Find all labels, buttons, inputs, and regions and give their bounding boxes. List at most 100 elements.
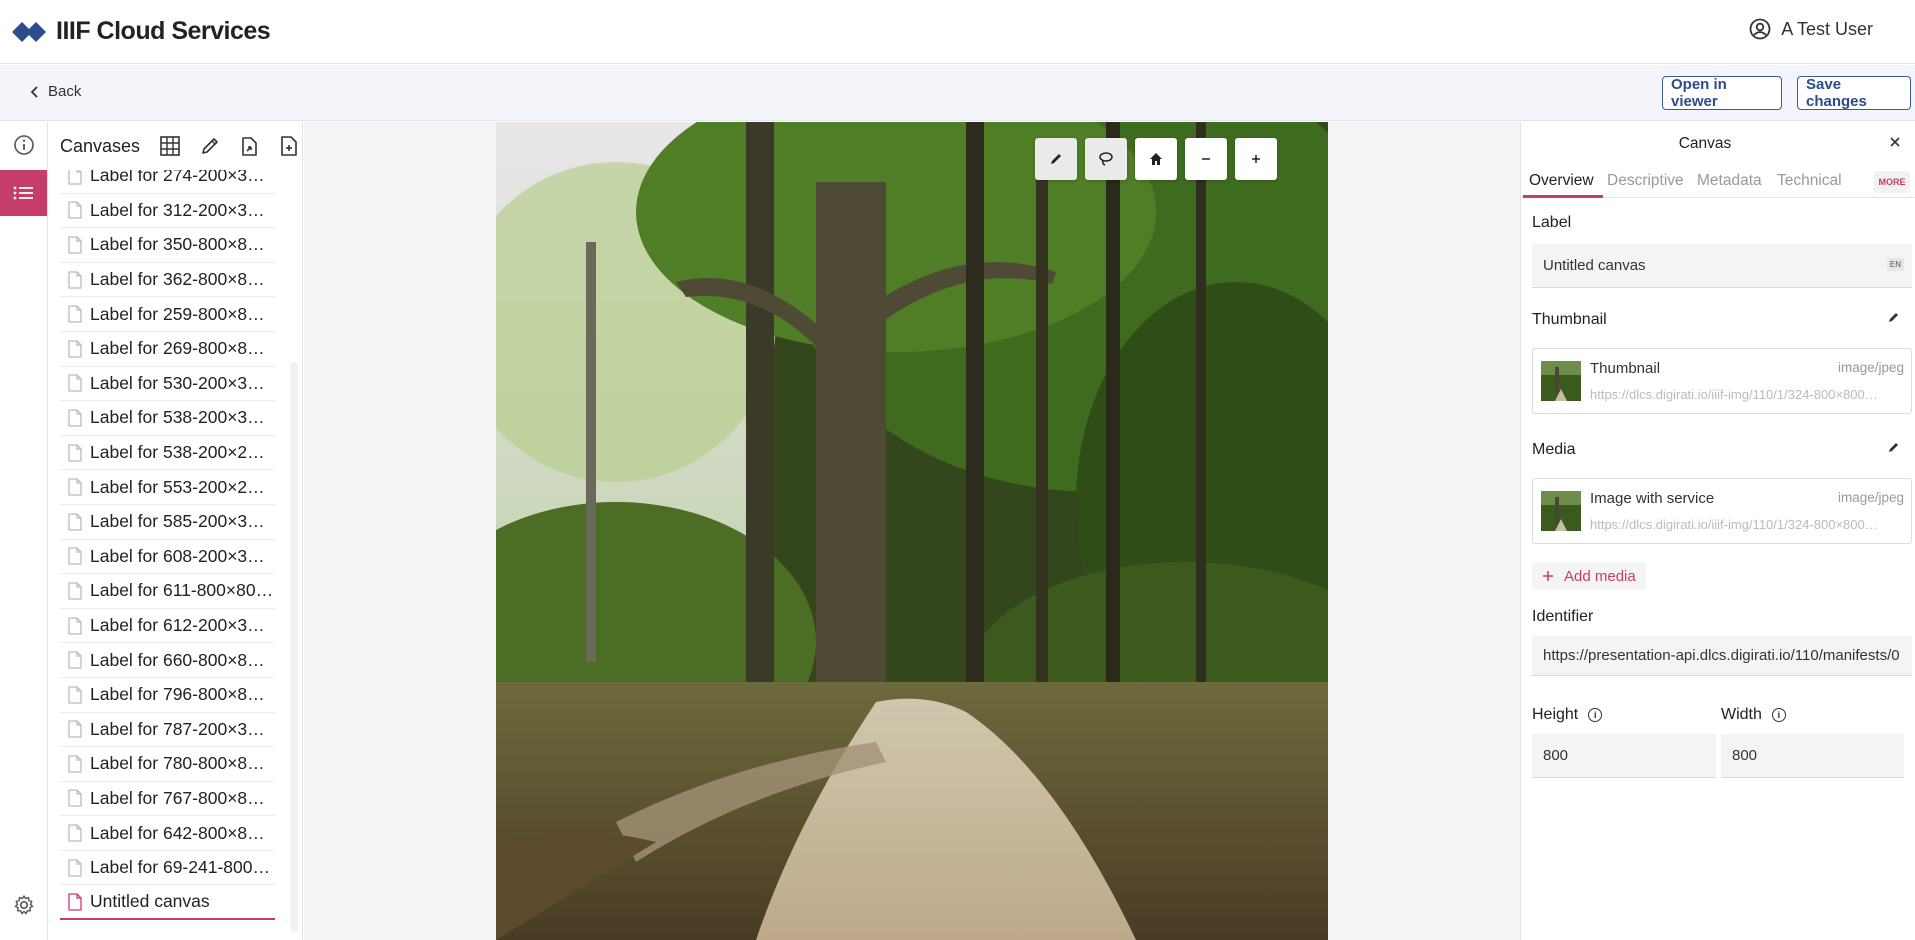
canvas-list-item[interactable]: Label for 660-800×8… <box>60 643 275 678</box>
thumbnail-url: https://dlcs.digirati.io/iiif-img/110/1/… <box>1590 387 1878 402</box>
canvas-list-item[interactable]: Label for 538-200×2… <box>60 436 275 471</box>
file-icon <box>68 686 82 704</box>
tab-overview[interactable]: Overview <box>1529 172 1594 190</box>
canvas-list-item[interactable]: Label for 796-800×8… <box>60 678 275 713</box>
canvas-item-icon <box>60 616 90 635</box>
save-changes-button[interactable]: Save changes <box>1797 76 1911 110</box>
import-button[interactable] <box>236 132 264 160</box>
tab-technical[interactable]: Technical <box>1777 172 1842 190</box>
width-info-icon[interactable]: i <box>1771 707 1786 722</box>
identifier-value: https://presentation-api.dlcs.digirati.i… <box>1543 647 1900 664</box>
app-header: IIIF Cloud Services A Test User <box>0 0 1915 64</box>
width-label-text: Width <box>1721 706 1762 723</box>
plus-icon <box>1543 571 1553 581</box>
back-label: Back <box>48 83 82 100</box>
file-icon <box>68 859 82 877</box>
canvas-list-item[interactable]: Label for 611-800×80… <box>60 574 275 609</box>
canvas-item-label: Label for 767-800×8… <box>90 787 265 808</box>
edit-thumbnail-button[interactable] <box>1888 310 1900 327</box>
grid-view-button[interactable] <box>156 132 184 160</box>
edit-media-button[interactable] <box>1888 440 1900 457</box>
tab-metadata[interactable]: Metadata <box>1697 172 1762 190</box>
properties-tabs: Overview Descriptive Metadata Technical <box>1521 164 1915 198</box>
canvas-list-item[interactable]: Label for 362-800×8… <box>60 263 275 298</box>
lasso-icon <box>1099 152 1113 166</box>
minus-icon <box>1202 158 1210 160</box>
canvas-list-item[interactable]: Label for 787-200×3… <box>60 713 275 748</box>
file-icon <box>68 616 82 635</box>
canvas-item-label: Label for 612-200×3… <box>90 615 265 636</box>
label-field[interactable]: Untitled canvas EN <box>1532 244 1912 288</box>
app-logo[interactable]: IIIF Cloud Services <box>12 17 271 46</box>
file-icon <box>68 651 82 669</box>
canvas-image <box>496 122 1328 940</box>
canvas-item-icon <box>60 513 90 531</box>
canvas-list-item[interactable]: Label for 269-800×8… <box>60 332 275 367</box>
open-in-viewer-button[interactable]: Open in viewer <box>1662 76 1782 110</box>
home-button[interactable] <box>1135 138 1177 180</box>
file-icon <box>68 893 82 911</box>
zoom-in-button[interactable] <box>1235 138 1277 180</box>
canvas-item-label: Label for 350-800×8… <box>90 234 265 255</box>
rail-canvas-list-button[interactable] <box>0 170 47 216</box>
width-input[interactable]: 800 <box>1721 734 1904 778</box>
lasso-tool-button[interactable] <box>1085 138 1127 180</box>
canvas-list-item[interactable]: Label for 608-200×3… <box>60 540 275 575</box>
canvas-list-item-selected[interactable]: Untitled canvas <box>60 885 275 921</box>
home-icon <box>1150 153 1162 165</box>
canvas-list-scrollbar[interactable] <box>290 362 298 932</box>
file-icon <box>68 547 82 565</box>
canvas-list-item[interactable]: Label for 767-800×8… <box>60 782 275 817</box>
file-icon <box>68 305 82 323</box>
thumbnail-section-title: Thumbnail <box>1532 311 1607 328</box>
canvas-list-item[interactable]: Label for 585-200×3… <box>60 505 275 540</box>
thumbnail-card[interactable]: Thumbnail image/jpeg https://dlcs.digira… <box>1532 348 1912 414</box>
more-tabs-button[interactable]: MORE <box>1874 171 1910 193</box>
user-menu[interactable]: A Test User <box>1749 18 1873 40</box>
rail-settings-button[interactable] <box>0 882 47 928</box>
media-type: image/jpeg <box>1837 490 1904 505</box>
canvas-item-icon <box>60 547 90 565</box>
canvas-item-label: Label for 553-200×2… <box>90 476 265 497</box>
zoom-out-button[interactable] <box>1185 138 1227 180</box>
canvas-item-label: Label for 538-200×2… <box>90 442 265 463</box>
tab-descriptive[interactable]: Descriptive <box>1607 172 1684 190</box>
canvas-list-item[interactable]: Label for 530-200×3… <box>60 367 275 402</box>
canvas-list-item[interactable]: Label for 780-800×8… <box>60 747 275 782</box>
identifier-field[interactable]: https://presentation-api.dlcs.digirati.i… <box>1532 636 1912 676</box>
canvas-item-label: Label for 642-800×8… <box>90 822 265 843</box>
media-card[interactable]: Image with service image/jpeg https://dl… <box>1532 478 1912 544</box>
canvas-item-label: Label for 608-200×3… <box>90 545 265 566</box>
draw-tool-button[interactable] <box>1035 138 1077 180</box>
canvas-list-item[interactable]: Label for 312-200×3… <box>60 194 275 229</box>
canvas-item-icon <box>60 755 90 773</box>
left-rail <box>0 122 48 940</box>
height-input[interactable]: 800 <box>1532 734 1716 778</box>
file-add-icon <box>281 136 297 156</box>
new-canvas-button[interactable] <box>275 132 302 160</box>
canvas-list-item[interactable]: Label for 553-200×2… <box>60 470 275 505</box>
media-thumbnail-image <box>1541 491 1581 531</box>
language-badge[interactable]: EN <box>1886 258 1904 271</box>
media-url: https://dlcs.digirati.io/iiif-img/110/1/… <box>1590 517 1878 532</box>
add-media-button[interactable]: Add media <box>1532 562 1646 590</box>
file-icon <box>68 409 82 427</box>
canvas-list-item[interactable]: Label for 538-200×3… <box>60 401 275 436</box>
rail-info-button[interactable] <box>0 122 47 168</box>
image-viewer[interactable] <box>304 122 1520 940</box>
canvas-list-item[interactable]: Label for 69-241-800… <box>60 851 275 886</box>
close-panel-button[interactable] <box>1889 132 1901 153</box>
canvas-item-icon <box>60 478 90 496</box>
canvas-list-item[interactable]: Label for 259-800×8… <box>60 297 275 332</box>
canvas-item-label: Label for 787-200×3… <box>90 718 265 739</box>
canvas-item-icon <box>60 859 90 877</box>
edit-list-button[interactable] <box>196 132 224 160</box>
back-button[interactable]: Back <box>30 83 81 100</box>
canvas-list-item[interactable]: Label for 642-800×8… <box>60 816 275 851</box>
canvas-list-item[interactable]: Label for 612-200×3… <box>60 609 275 644</box>
pencil-icon <box>1889 313 1898 322</box>
canvas-list-item[interactable]: Label for 350-800×8… <box>60 228 275 263</box>
file-icon <box>68 513 82 531</box>
height-info-icon[interactable]: i <box>1588 707 1603 722</box>
canvas-item-icon <box>60 340 90 358</box>
